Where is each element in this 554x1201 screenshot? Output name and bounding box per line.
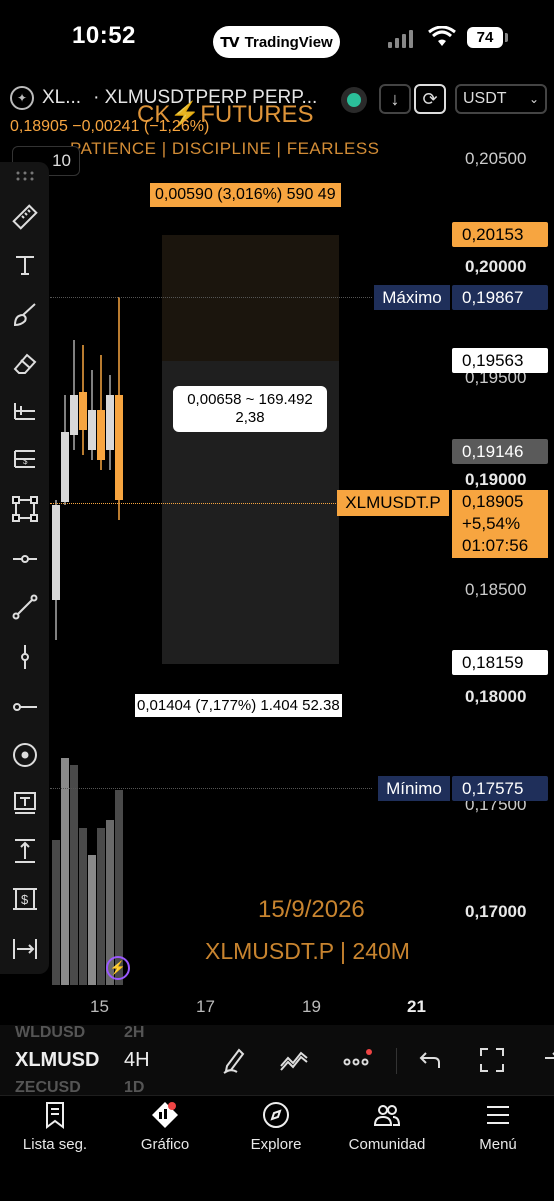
tab-menu[interactable]: Menú bbox=[443, 1100, 553, 1153]
current-change: +5,54% bbox=[462, 514, 521, 533]
minimo-price-tag: 0,17575 bbox=[452, 776, 548, 801]
more-dots-icon[interactable] bbox=[342, 1044, 374, 1076]
tab-label: Gráfico bbox=[140, 1136, 190, 1153]
horizontal-line-icon[interactable] bbox=[8, 542, 42, 576]
tab-label: Lista seg. bbox=[22, 1136, 88, 1153]
dollar-range-icon[interactable]: $ bbox=[8, 882, 42, 916]
tab-community[interactable]: Comunidad bbox=[332, 1100, 442, 1153]
axis-level: 0,18500 bbox=[465, 580, 527, 599]
current-price-line bbox=[50, 503, 336, 504]
hamburger-menu-icon bbox=[487, 1106, 509, 1124]
maximo-price-tag: 0,19867 bbox=[452, 285, 548, 310]
axis-level: 0,19000 bbox=[465, 470, 527, 489]
current-price: 0,18905 bbox=[462, 492, 524, 511]
bookmark-list-icon bbox=[46, 1102, 64, 1129]
tab-explore[interactable]: Explore bbox=[221, 1100, 331, 1153]
axis-level: 0,20000 bbox=[465, 257, 527, 276]
watermark-symbol: XLMUSDT.P | 240M bbox=[205, 938, 410, 964]
vertical-line-icon[interactable] bbox=[8, 640, 42, 674]
svg-text:$: $ bbox=[21, 892, 29, 907]
date-range-icon[interactable] bbox=[8, 932, 42, 966]
ghost-symbol-prev: WLDUSD bbox=[15, 1024, 86, 1041]
crosshair-price-tag: 0,19146 bbox=[452, 439, 548, 464]
toolbar-divider bbox=[396, 1048, 397, 1074]
svg-text:$: $ bbox=[23, 457, 28, 466]
eraser-icon[interactable] bbox=[8, 346, 42, 380]
compass-icon bbox=[263, 1102, 289, 1128]
ghost-interval-prev: 2H bbox=[124, 1024, 145, 1041]
maximo-label: Máximo bbox=[374, 285, 450, 310]
trend-line-icon[interactable] bbox=[8, 590, 42, 624]
watermark-date: 15/9/2026 bbox=[258, 896, 365, 923]
volume-bars bbox=[52, 758, 123, 985]
text-tool-icon[interactable] bbox=[8, 248, 42, 282]
max-level-line bbox=[50, 297, 372, 298]
brush-icon[interactable] bbox=[8, 298, 42, 332]
pencil-draw-icon[interactable] bbox=[218, 1044, 250, 1076]
current-price-tag: 0,18905 +5,54% 01:07:56 bbox=[452, 490, 548, 558]
target-price-tag: 0,20153 bbox=[452, 222, 548, 247]
stop-price-tag: 0,18159 bbox=[452, 650, 548, 675]
symbol-picker[interactable]: XLMUSD bbox=[15, 1049, 99, 1072]
drawing-toolbar: $ $ bbox=[0, 162, 49, 974]
people-icon bbox=[373, 1105, 401, 1126]
interval-picker[interactable]: 4H bbox=[124, 1049, 150, 1072]
horizontal-ray-icon[interactable] bbox=[8, 690, 42, 724]
drag-handle-icon[interactable] bbox=[8, 166, 42, 186]
time-label: 15 bbox=[90, 997, 109, 1016]
time-label: 19 bbox=[302, 997, 321, 1016]
entry-price-tag: 0,19563 bbox=[452, 348, 548, 373]
tab-chart[interactable]: Gráfico bbox=[110, 1100, 220, 1153]
current-symbol-tag: XLMUSDT.P bbox=[337, 490, 449, 516]
tab-label: Explore bbox=[250, 1136, 302, 1153]
undo-icon[interactable] bbox=[414, 1044, 446, 1076]
tab-label: Comunidad bbox=[348, 1136, 426, 1153]
fullscreen-icon[interactable] bbox=[476, 1044, 508, 1076]
indicators-icon[interactable] bbox=[278, 1044, 310, 1076]
tab-watchlist[interactable]: Lista seg. bbox=[0, 1100, 110, 1153]
min-level-line bbox=[50, 788, 372, 789]
axis-level: 0,17000 bbox=[465, 902, 527, 921]
time-label: 21 bbox=[407, 997, 426, 1016]
bar-countdown: 01:07:56 bbox=[462, 536, 529, 555]
long-position-icon[interactable] bbox=[8, 394, 42, 428]
text-note-icon[interactable] bbox=[8, 786, 42, 820]
candles bbox=[52, 297, 123, 640]
short-position-icon[interactable]: $ bbox=[8, 442, 42, 476]
circle-tool-icon[interactable] bbox=[8, 738, 42, 772]
price-range-icon[interactable] bbox=[8, 834, 42, 868]
axis-level: 0,20500 bbox=[465, 149, 527, 168]
redo-icon[interactable] bbox=[536, 1044, 554, 1076]
axis-level: 0,18000 bbox=[465, 687, 527, 706]
ruler-icon[interactable] bbox=[8, 200, 42, 234]
lightning-icon[interactable]: ⚡ bbox=[106, 956, 130, 980]
chart-diamond-icon bbox=[152, 1102, 178, 1128]
minimo-label: Mínimo bbox=[378, 776, 450, 801]
rectangle-icon[interactable] bbox=[8, 492, 42, 526]
tab-label: Menú bbox=[479, 1136, 517, 1153]
time-label: 17 bbox=[196, 997, 215, 1016]
